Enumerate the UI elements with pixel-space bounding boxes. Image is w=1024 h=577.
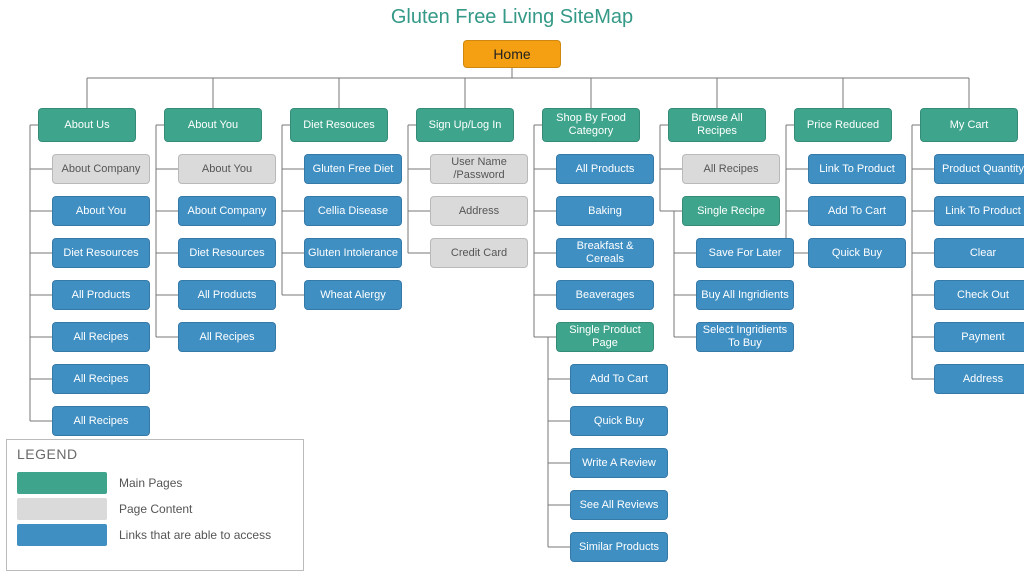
node-item: Address [934, 364, 1024, 394]
node-item: Diet Resources [178, 238, 276, 268]
node-item: All Recipes [52, 406, 150, 436]
node-item: Quick Buy [808, 238, 906, 268]
column-header: Shop By Food Category [542, 108, 640, 142]
node-item: Check Out [934, 280, 1024, 310]
column-header: Sign Up/Log In [416, 108, 514, 142]
column-header: Price Reduced [794, 108, 892, 142]
node-item: Similar Products [570, 532, 668, 562]
node-item: Add To Cart [808, 196, 906, 226]
legend-swatch-blue [17, 524, 107, 546]
node-item: Cellia Disease [304, 196, 402, 226]
node-item: Link To Product [934, 196, 1024, 226]
node-item: See All Reviews [570, 490, 668, 520]
column-header: My Cart [920, 108, 1018, 142]
legend-title: LEGEND [7, 440, 303, 468]
node-item: Select Ingridients To Buy [696, 322, 794, 352]
node-item: All Recipes [52, 322, 150, 352]
node-item: All Recipes [52, 364, 150, 394]
node-item: All Products [178, 280, 276, 310]
node-item: Link To Product [808, 154, 906, 184]
node-item: About Company [52, 154, 150, 184]
node-item: Quick Buy [570, 406, 668, 436]
node-item: Single Product Page [556, 322, 654, 352]
legend-label: Main Pages [119, 476, 182, 490]
node-item: Gluten Intolerance [304, 238, 402, 268]
node-item: Address [430, 196, 528, 226]
node-item: All Recipes [178, 322, 276, 352]
node-item: Save For Later [696, 238, 794, 268]
node-item: User Name /Password [430, 154, 528, 184]
page-title: Gluten Free Living SiteMap [0, 0, 1024, 29]
node-item: Credit Card [430, 238, 528, 268]
legend-box: LEGEND Main Pages Page Content Links tha… [6, 439, 304, 571]
node-item: About You [178, 154, 276, 184]
node-item: All Products [52, 280, 150, 310]
column-header: About Us [38, 108, 136, 142]
column-header: About You [164, 108, 262, 142]
legend-swatch-green [17, 472, 107, 494]
legend-label: Links that are able to access [119, 528, 271, 542]
node-item: Add To Cart [570, 364, 668, 394]
node-item: Gluten Free Diet [304, 154, 402, 184]
column-header: Browse All Recipes [668, 108, 766, 142]
node-item: Write A Review [570, 448, 668, 478]
root-node: Home [463, 40, 561, 68]
node-item: Product Quantity [934, 154, 1024, 184]
node-item: About You [52, 196, 150, 226]
node-item: Clear [934, 238, 1024, 268]
node-item: About Company [178, 196, 276, 226]
legend-label: Page Content [119, 502, 192, 516]
legend-swatch-grey [17, 498, 107, 520]
node-item: Diet Resources [52, 238, 150, 268]
node-item: Baking [556, 196, 654, 226]
node-item: All Products [556, 154, 654, 184]
node-item: Buy All Ingridients [696, 280, 794, 310]
node-item: Wheat Alergy [304, 280, 402, 310]
node-item: Beaverages [556, 280, 654, 310]
node-item: Single Recipe [682, 196, 780, 226]
node-item: Payment [934, 322, 1024, 352]
node-item: All Recipes [682, 154, 780, 184]
node-item: Breakfast & Cereals [556, 238, 654, 268]
column-header: Diet Resouces [290, 108, 388, 142]
